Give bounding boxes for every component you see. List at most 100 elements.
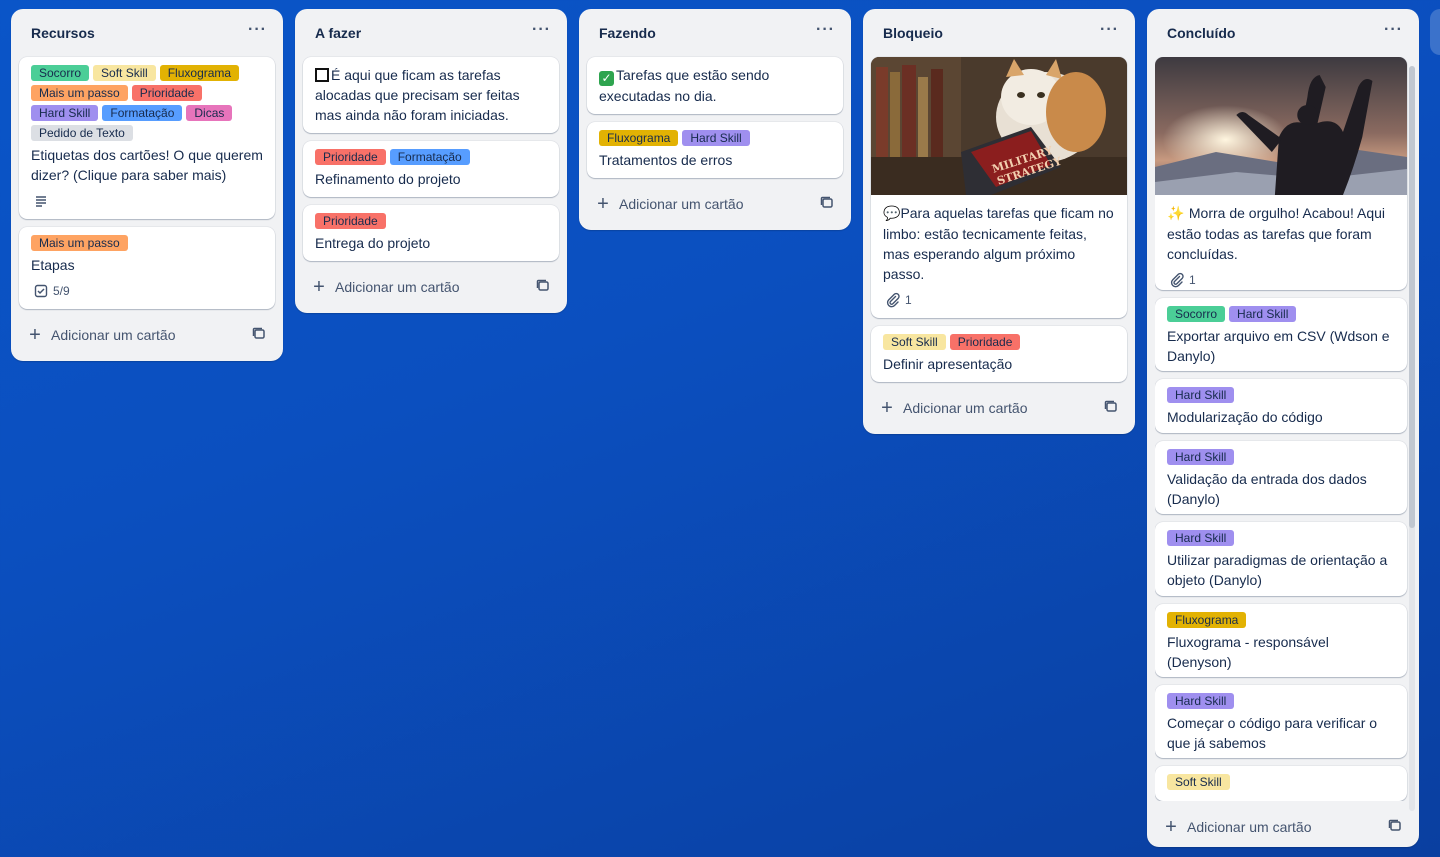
card[interactable]: Socorro Soft Skill Fluxograma Mais um passo… (19, 57, 275, 219)
label-hard-skill[interactable]: Hard Skill (682, 130, 750, 146)
list-header: Recursos ··· (19, 9, 275, 57)
card-title-text: Fluxograma - responsável (Denyson) (1167, 633, 1329, 670)
label-hard-skill[interactable]: Hard Skill (31, 105, 99, 121)
list-header: Fazendo ··· (587, 9, 843, 57)
card[interactable]: Soft Skill (1155, 766, 1407, 801)
card-labels: Fluxograma (1167, 611, 1395, 628)
label-hard-skill[interactable]: Hard Skill (1167, 386, 1235, 403)
description-icon (33, 193, 49, 209)
card[interactable]: Hard Skill Começar o código para verifica… (1155, 684, 1407, 759)
card[interactable]: Mais um passo Etapas 5/9 (19, 227, 275, 309)
card[interactable]: Prioridade Formatação Refinamento do proje… (303, 141, 559, 197)
label-soft-skill[interactable]: Soft Skill (883, 334, 946, 350)
list-header: Bloqueio ··· (871, 9, 1127, 57)
card[interactable]: Hard Skill Modularização do código (1155, 378, 1407, 433)
add-card-left: + Adicionar um cartão (595, 194, 744, 214)
list-menu-button[interactable]: ··· (1100, 22, 1119, 41)
label-dicas[interactable]: Dicas (186, 105, 233, 121)
add-list-button[interactable] (1430, 9, 1440, 55)
card[interactable]: Socorro Hard Skill Exportar arquivo em CSV… (1155, 297, 1407, 371)
card-list: ✨ Morra de orgulho! Acabou! Aqui estão t… (1155, 57, 1415, 801)
card-template-icon[interactable] (1387, 818, 1403, 837)
label-mais-um-passo[interactable]: Mais um passo (31, 85, 128, 101)
badge-count: 1 (905, 293, 912, 307)
card[interactable]: MILITARY STRATEGY 💬Para aquelas tarefas … (871, 57, 1127, 318)
list-title[interactable]: Fazendo (599, 25, 656, 41)
card-title-text: Definir apresentação (883, 356, 1013, 372)
add-card-label: Adicionar um cartão (1187, 819, 1312, 835)
add-card-button[interactable]: + Adicionar um cartão (587, 186, 843, 222)
card-template-icon[interactable] (535, 278, 551, 297)
list-title[interactable]: Bloqueio (883, 25, 943, 41)
card-body: Fluxograma Hard Skill Tratamentos de erros (587, 122, 843, 178)
card-badges: 1 (883, 290, 1115, 310)
label-mais-um-passo[interactable]: Mais um passo (31, 235, 128, 251)
card-template-icon[interactable] (1103, 399, 1119, 418)
card[interactable]: Soft Skill Prioridade Definir apresentação (871, 326, 1127, 382)
add-card-button[interactable]: + Adicionar um cartão (303, 269, 559, 305)
card-body: Mais um passo Etapas 5/9 (19, 227, 275, 309)
label-formatação[interactable]: Formatação (389, 149, 470, 165)
card-template-icon[interactable] (819, 195, 835, 214)
card-title-text: Validação da entrada dos dados (Danylo) (1167, 470, 1367, 507)
badge-count: 5/9 (53, 284, 70, 298)
label-prioridade[interactable]: Prioridade (949, 334, 1021, 350)
list-menu-button[interactable]: ··· (1384, 22, 1403, 41)
list-title[interactable]: Recursos (31, 25, 95, 41)
card[interactable]: Fluxograma Hard Skill Tratamentos de erros (587, 122, 843, 178)
card-title: Refinamento do projeto (315, 169, 547, 189)
card-labels: Socorro Hard Skill (1167, 305, 1395, 322)
card-title-text: Tratamentos de erros (599, 152, 733, 168)
label-hard-skill[interactable]: Hard Skill (1167, 448, 1235, 465)
card[interactable]: Prioridade Entrega do projeto (303, 205, 559, 261)
label-prioridade[interactable]: Prioridade (315, 149, 386, 165)
card[interactable]: É aqui que ficam as tarefas alocadas que… (303, 57, 559, 133)
label-hard-skill[interactable]: Hard Skill (1167, 692, 1235, 709)
label-fluxograma[interactable]: Fluxograma (599, 130, 679, 146)
add-card-label: Adicionar um cartão (619, 196, 744, 212)
card-body: Soft Skill Prioridade Definir apresentação (871, 326, 1127, 382)
badge-count: 1 (1189, 273, 1196, 287)
card-title-text: Etapas (31, 257, 75, 273)
card-body: Hard Skill Começar o código para verifica… (1155, 685, 1407, 758)
label-socorro[interactable]: Socorro (1167, 305, 1226, 322)
card[interactable]: ✓ Tarefas que estão sendo executadas no d… (587, 57, 843, 114)
card-body: Prioridade Entrega do projeto (303, 205, 559, 261)
add-card-button[interactable]: + Adicionar um cartão (1155, 809, 1411, 845)
list-header: A fazer ··· (303, 9, 559, 57)
label-soft-skill[interactable]: Soft Skill (93, 65, 156, 81)
label-fluxograma[interactable]: Fluxograma (159, 65, 240, 81)
card-title: 💬Para aquelas tarefas que ficam no limbo… (883, 203, 1115, 284)
add-card-label: Adicionar um cartão (903, 400, 1028, 416)
card[interactable]: Hard Skill Utilizar paradigmas de orienta… (1155, 522, 1407, 596)
plus-icon: + (313, 276, 325, 298)
label-socorro[interactable]: Socorro (31, 65, 90, 81)
card-body: Hard Skill Modularização do código (1155, 379, 1407, 433)
card-body: Hard Skill Validação da entrada dos dados… (1155, 441, 1407, 514)
label-fluxograma[interactable]: Fluxograma (1167, 611, 1247, 628)
list-menu-button[interactable]: ··· (532, 22, 551, 41)
list-menu-button[interactable]: ··· (248, 22, 267, 41)
label-formatação[interactable]: Formatação (102, 105, 183, 121)
label-pedido-de-texto[interactable]: Pedido de Texto (31, 125, 133, 141)
list-scrollbar[interactable] (1409, 66, 1415, 811)
label-hard-skill[interactable]: Hard Skill (1167, 530, 1235, 547)
card-template-icon[interactable] (251, 326, 267, 345)
label-prioridade[interactable]: Prioridade (131, 85, 203, 101)
card[interactable]: ✨ Morra de orgulho! Acabou! Aqui estão t… (1155, 57, 1407, 290)
card[interactable]: Fluxograma Fluxograma - responsável (Deny… (1155, 603, 1407, 677)
card[interactable]: Hard Skill Validação da entrada dos dados… (1155, 440, 1407, 515)
label-prioridade[interactable]: Prioridade (315, 213, 386, 229)
list-scrollbar-thumb[interactable] (1409, 66, 1415, 528)
list-title[interactable]: Concluído (1167, 25, 1235, 41)
list-menu-button[interactable]: ··· (816, 22, 835, 41)
label-soft-skill[interactable]: Soft Skill (1167, 774, 1230, 791)
list-title[interactable]: A fazer (315, 25, 361, 41)
card-body: Hard Skill Utilizar paradigmas de orienta… (1155, 522, 1407, 595)
cat-reading-book-cover-image: MILITARY STRATEGY (871, 57, 1127, 195)
add-card-button[interactable]: + Adicionar um cartão (19, 317, 275, 353)
speech-balloon-emoji-icon: 💬 (883, 206, 901, 222)
label-hard-skill[interactable]: Hard Skill (1229, 305, 1297, 322)
card-list: MILITARY STRATEGY 💬Para aquelas tarefas … (871, 57, 1127, 382)
add-card-button[interactable]: + Adicionar um cartão (871, 390, 1127, 426)
